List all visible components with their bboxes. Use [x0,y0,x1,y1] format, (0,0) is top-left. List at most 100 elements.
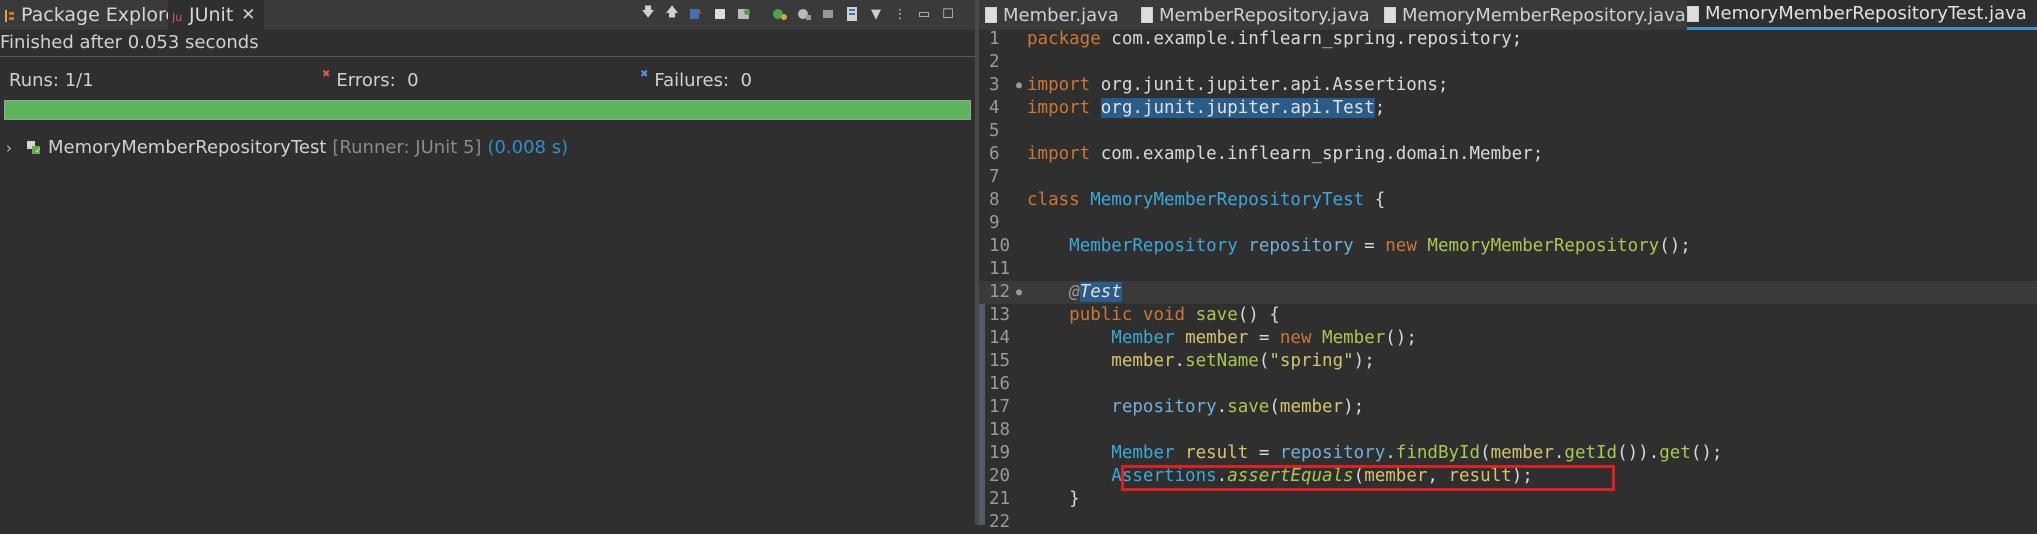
code-line[interactable]: 21 } [979,488,2037,511]
code-line[interactable]: 12 ● @Test [979,281,2037,304]
line-number: 6 [989,144,1000,164]
tab-package-explorer[interactable]: Package Explorer [4,0,185,30]
code-line[interactable]: 17 repository.save(member); [979,396,2037,419]
tab-label: MemoryMemberRepository.java [1402,4,1686,26]
tab-label: Package Explorer [21,4,185,26]
code-line[interactable]: 14 Member member = new Member(); [979,327,2037,350]
failure-icon: ✖ [640,69,649,80]
code-line[interactable]: 15 member.setName("spring"); [979,350,2037,373]
line-number: 4 [989,98,1000,118]
line-number: 22 [989,512,1011,532]
line-number: 7 [989,167,1000,187]
line-number: 18 [989,420,1011,440]
maximize-icon[interactable]: ☐ [939,4,957,24]
line-number: 2 [989,52,1000,72]
code-line[interactable]: 3 ● import org.junit.jupiter.api.Assertion… [979,74,2037,97]
java-editor: Member.java MemberRepository.java Memory… [979,0,2037,532]
test-suite-icon: ✓ [26,140,42,156]
code-line[interactable]: 5 [979,120,2037,143]
errors-label: Errors: [336,70,396,91]
code-line[interactable]: 8 class MemoryMemberRepositoryTest { [979,189,2037,212]
failures-only-icon[interactable]: x [687,4,705,24]
code-text: repository.save(member); [1111,397,1365,417]
code-line[interactable]: 2 [979,51,2037,74]
test-progress-bar [4,100,971,120]
stop-icon[interactable] [795,4,813,24]
code-line[interactable]: 11 [979,258,2037,281]
next-failure-icon[interactable]: 🡇 [639,4,657,24]
code-line[interactable]: 4 import org.junit.jupiter.api.Test; [979,97,2037,120]
code-line[interactable]: 18 [979,419,2037,442]
line-number: 16 [989,374,1011,394]
scroll-lock-icon[interactable] [711,4,729,24]
line-number: 10 [989,236,1011,256]
code-text: import org.junit.jupiter.api.Assertions; [1027,75,1449,95]
failures-counter: ✖ Failures: 0 [640,69,752,91]
fold-marker-icon[interactable]: ● [1016,74,1022,97]
line-number: 21 [989,489,1011,509]
error-icon: ✖ [322,69,331,80]
runs-counter: Runs: 1/1 [9,70,94,91]
line-number: 9 [989,213,1000,233]
code-line[interactable]: 10 MemberRepository repository = new Mem… [979,235,2037,258]
chevron-right-icon[interactable]: › [6,139,12,157]
rerun-icon[interactable] [735,4,753,24]
tab-label: MemoryMemberRepositoryTest.java [1705,3,2027,24]
tab-member-repository-java[interactable]: MemberRepository.java [1141,0,1370,30]
test-tree-item[interactable]: › ✓ MemoryMemberRepositoryTest [Runner: … [6,137,568,158]
tab-member-java[interactable]: Member.java [985,0,1119,30]
line-number: 1 [989,29,1000,49]
code-text: } [1027,489,1080,509]
test-duration: (0.008 s) [487,137,569,158]
junit-icon: Ju [171,7,184,24]
java-file-icon [985,7,997,23]
more-icon[interactable]: ⋮ [891,4,909,24]
tab-memory-member-repository-test-java[interactable]: MemoryMemberRepositoryTest.java [1687,0,2037,30]
dropdown-arrow-icon[interactable]: ▼ [867,4,885,24]
code-line[interactable]: 19 Member result = repository.findById(m… [979,442,2037,465]
code-text: import com.example.inflearn_spring.domai… [1027,144,1544,164]
junit-view: Package Explorer Ju JUnit ✕ 🡇 🡅 x ▼ ⋮ ▭ … [0,0,975,525]
left-tab-bar: Package Explorer Ju JUnit ✕ 🡇 🡅 x ▼ ⋮ ▭ … [0,0,975,30]
code-line[interactable]: 13 public void save() { [979,304,2037,327]
line-number: 19 [989,443,1011,463]
close-icon[interactable]: ✕ [241,5,255,25]
tab-label: MemberRepository.java [1159,4,1370,26]
tab-junit[interactable]: Ju JUnit ✕ [168,0,264,30]
code-text: member.setName("spring"); [1111,351,1375,371]
fold-marker-icon[interactable]: ● [1016,281,1022,304]
code-line[interactable]: 1 package com.example.inflearn_spring.rep… [979,28,2037,51]
line-number: 15 [989,351,1011,371]
line-number: 13 [989,305,1011,325]
previous-failure-icon[interactable]: 🡅 [663,4,681,24]
code-line[interactable]: 7 [979,166,2037,189]
progress-fill [5,101,970,119]
line-number: 14 [989,328,1011,348]
code-line[interactable]: 22 [979,511,2037,534]
minimize-icon[interactable]: ▭ [915,4,933,24]
rerun-failed-icon[interactable] [771,4,789,24]
code-line[interactable]: 16 [979,373,2037,396]
toolbar-separator [759,4,765,24]
test-class-name: MemoryMemberRepositoryTest [48,137,327,158]
code-text: import org.junit.jupiter.api.Test; [1027,98,1386,118]
junit-toolbar: 🡇 🡅 x ▼ ⋮ ▭ ☐ [639,4,957,24]
code-text: @Test [1069,282,1122,302]
code-line[interactable]: 6 import com.example.inflearn_spring.doma… [979,143,2037,166]
code-text: package com.example.inflearn_spring.repo… [1027,29,1523,49]
errors-counter: ✖ Errors: 0 [322,69,419,91]
tab-memory-member-repository-java[interactable]: MemoryMemberRepository.java [1384,0,1686,30]
java-file-icon [1384,7,1396,23]
view-menu-icon[interactable] [843,4,861,24]
history-icon[interactable] [819,4,837,24]
code-line[interactable]: 9 [979,212,2037,235]
java-file-icon [1141,7,1153,23]
line-number: 20 [989,466,1011,486]
code-text: MemberRepository repository = new Memory… [1069,236,1691,256]
tab-label: JUnit [189,4,234,26]
failures-value: 0 [740,70,752,91]
errors-value: 0 [407,70,419,91]
java-file-icon [1687,5,1699,22]
svg-text:✓: ✓ [35,147,41,155]
code-text: Member result = repository.findById(memb… [1111,443,1723,463]
